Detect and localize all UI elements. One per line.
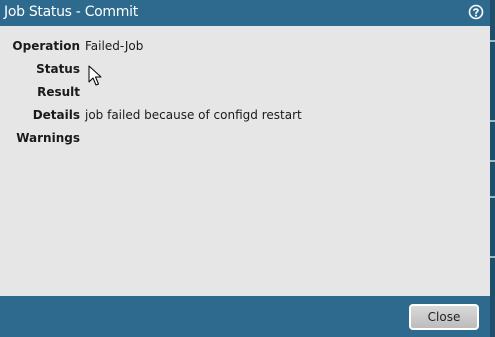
dialog-footer: Close xyxy=(0,296,490,337)
mouse-pointer-icon xyxy=(88,65,102,86)
field-label: Result xyxy=(37,85,80,99)
close-button[interactable]: Close xyxy=(409,304,479,330)
field-label: Details xyxy=(32,108,80,122)
field-value: Failed-Job xyxy=(85,39,144,53)
window-right-edge xyxy=(490,0,495,337)
help-circle-icon[interactable] xyxy=(468,4,484,20)
field-label: Status xyxy=(36,62,80,76)
field-label: Operation xyxy=(12,39,80,53)
field-value: job failed because of configd restart xyxy=(85,108,302,122)
dialog-title: Job Status - Commit xyxy=(4,4,138,20)
job-status-dialog: Job Status - Commit Operation Failed-Job… xyxy=(0,0,495,337)
dialog-titlebar: Job Status - Commit xyxy=(0,0,490,26)
dialog-content: Operation Failed-Job Status Result Detai… xyxy=(0,26,490,296)
field-label: Warnings xyxy=(16,131,80,145)
